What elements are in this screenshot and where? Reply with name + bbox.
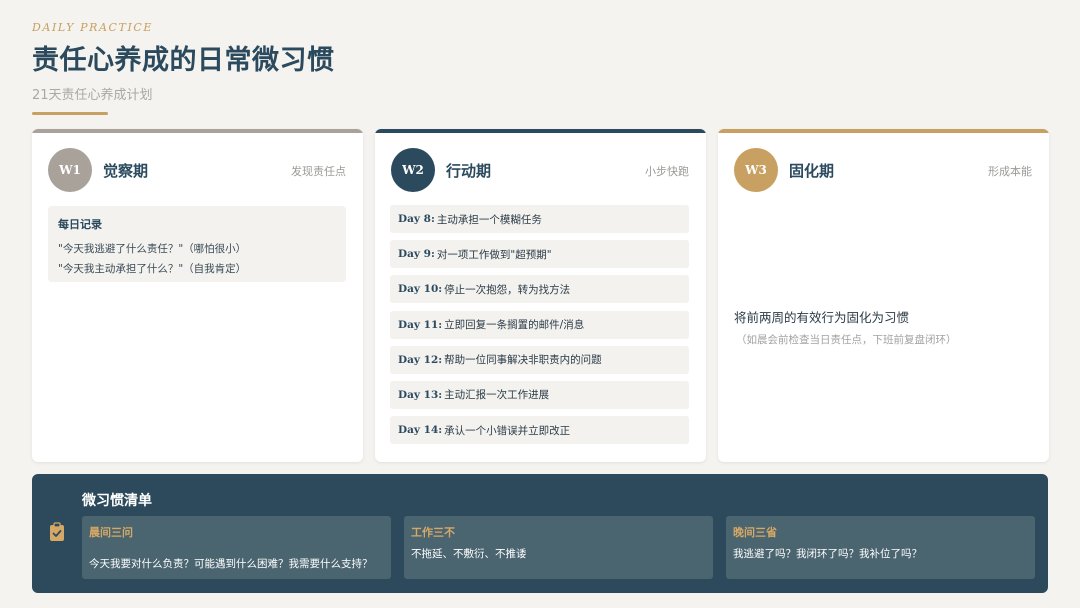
task-item: Day 10: 停止一次抱怨，转为找方法	[390, 275, 689, 304]
habit-label: 晚间三省	[733, 526, 777, 539]
record-line: "今天我主动承担了什么？"（自我肯定）	[58, 263, 247, 275]
panel-title: 微习惯清单	[82, 493, 152, 509]
task-text: 主动承担一个模糊任务	[436, 213, 542, 226]
phase-tag: 形成本能	[988, 165, 1032, 178]
phase-name: 固化期	[789, 162, 835, 180]
task-day: Day 10:	[398, 283, 443, 296]
habit-item-morning: 晨间三问 今天我要对什么负责？可能遇到什么困难？我需要什么支持？	[82, 516, 391, 579]
task-day: Day 9:	[398, 248, 435, 261]
phase-tag: 小步快跑	[645, 165, 689, 178]
record-title: 每日记录	[58, 218, 102, 231]
week3-card: W3 固化期 形成本能 将前两周的有效行为固化为习惯 （如晨会前检查当日责任点，…	[718, 129, 1049, 462]
task-item: Day 14: 承认一个小错误并立即改正	[390, 416, 689, 445]
title-underline	[32, 112, 108, 115]
solidify-main-text: 将前两周的有效行为固化为习惯	[734, 310, 910, 325]
card-top-bar	[718, 129, 1049, 133]
page-title: 责任心养成的日常微习惯	[32, 45, 335, 76]
habit-item-evening: 晚间三省 我逃避了吗？我闭环了吗？我补位了吗？	[726, 516, 1035, 579]
habit-text: 今天我要对什么负责？可能遇到什么困难？我需要什么支持？	[89, 558, 373, 570]
card-top-bar	[375, 129, 706, 133]
task-text: 立即回复一条搁置的邮件/消息	[444, 319, 585, 332]
eyebrow-label: DAILY PRACTICE	[32, 21, 154, 34]
task-day: Day 12:	[398, 353, 443, 366]
task-text: 停止一次抱怨，转为找方法	[444, 283, 571, 296]
clipboard-check-icon	[50, 522, 64, 541]
phase-name: 觉察期	[103, 162, 149, 180]
phase-name: 行动期	[446, 162, 492, 180]
micro-habits-panel: 微习惯清单 晨间三问 今天我要对什么负责？可能遇到什么困难？我需要什么支持？ 工…	[32, 474, 1048, 593]
task-text: 主动汇报一次工作进展	[444, 389, 550, 402]
task-item: Day 11: 立即回复一条搁置的邮件/消息	[390, 310, 689, 339]
task-item: Day 13: 主动汇报一次工作进展	[390, 380, 689, 409]
habit-label: 晨间三问	[89, 526, 133, 539]
habit-text: 不拖延、不敷衍、不推诿	[411, 548, 527, 560]
daily-record-box: 每日记录 "今天我逃避了什么责任？"（哪怕很小） "今天我主动承担了什么？"（自…	[48, 206, 346, 282]
task-list: Day 8: 主动承担一个模糊任务 Day 9: 对一项工作做到"超预期" Day …	[390, 205, 689, 451]
task-day: Day 11:	[398, 318, 443, 331]
task-day: Day 13:	[398, 388, 443, 401]
task-text: 帮助一位同事解决非职责内的问题	[444, 354, 602, 367]
page-subtitle: 21天责任心养成计划	[32, 88, 153, 103]
habit-item-work: 工作三不 不拖延、不敷衍、不推诿	[404, 516, 713, 579]
task-day: Day 14:	[398, 424, 443, 437]
week1-card: W1 觉察期 发现责任点 每日记录 "今天我逃避了什么责任？"（哪怕很小） "今…	[32, 129, 363, 462]
task-text: 对一项工作做到"超预期"	[436, 248, 552, 261]
task-item: Day 12: 帮助一位同事解决非职责内的问题	[390, 345, 689, 374]
record-line: "今天我逃避了什么责任？"（哪怕很小）	[58, 243, 247, 255]
card-top-bar	[32, 129, 363, 133]
week-badge: W2	[391, 148, 435, 192]
phase-tag: 发现责任点	[291, 165, 346, 178]
task-item: Day 9: 对一项工作做到"超预期"	[390, 240, 689, 269]
task-day: Day 8:	[398, 213, 435, 225]
week2-card: W2 行动期 小步快跑 Day 8: 主动承担一个模糊任务 Day 9: 对一项工作…	[375, 129, 706, 462]
week-badge: W3	[734, 148, 778, 192]
habit-label: 工作三不	[411, 526, 455, 539]
week-badge: W1	[48, 148, 92, 192]
solidify-sub-text: （如晨会前检查当日责任点，下班前复盘闭环）	[736, 334, 957, 346]
task-item: Day 8: 主动承担一个模糊任务	[390, 205, 689, 233]
habit-text: 我逃避了吗？我闭环了吗？我补位了吗？	[733, 548, 922, 560]
task-text: 承认一个小错误并立即改正	[444, 424, 571, 437]
